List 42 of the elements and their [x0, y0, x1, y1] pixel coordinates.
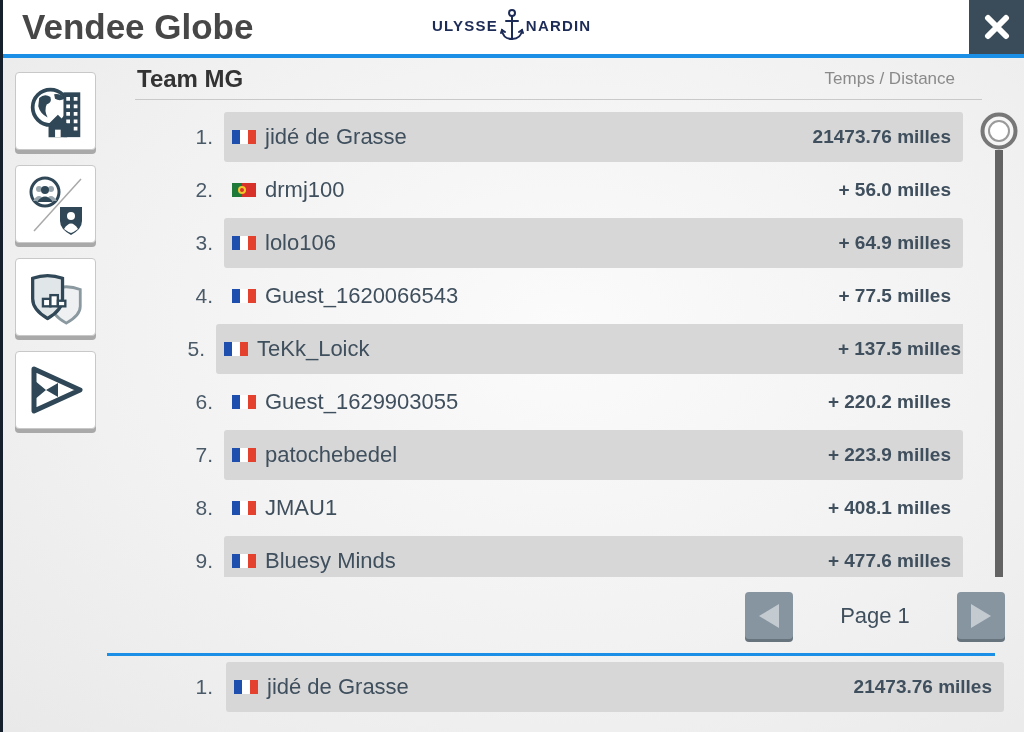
distance-value: + 64.9 milles — [838, 232, 951, 254]
rank-number: 3. — [194, 231, 213, 255]
rank-number: 2. — [194, 178, 213, 202]
rank-number: 1. — [194, 125, 213, 149]
team-name: Team MG — [137, 64, 244, 93]
distance-value: + 220.2 milles — [827, 391, 951, 413]
column-label: Temps / Distance — [824, 68, 955, 89]
right-arrow-icon — [969, 601, 993, 630]
player-name: Guest_1629903055 — [265, 389, 460, 415]
player-name: JMAU1 — [265, 495, 339, 521]
player-name: patochebedel — [265, 442, 399, 468]
player-name: jidé de Grasse — [267, 674, 410, 700]
player-name: jidé de Grasse — [265, 124, 408, 150]
distance-value: + 77.5 milles — [838, 285, 951, 307]
player-name: TeKk_Loick — [257, 336, 371, 362]
player-name: Bluesy Minds — [265, 548, 397, 574]
left-arrow-icon — [757, 601, 781, 630]
distance-value: + 223.9 milles — [827, 444, 951, 466]
app-title: Vendee Globe — [22, 7, 255, 47]
scroll-thumb[interactable] — [980, 112, 1018, 150]
distance-value: + 137.5 milles — [837, 338, 961, 360]
logo-text: NARDIN — [525, 16, 592, 34]
player-name: lolo106 — [265, 230, 337, 256]
rank-number: 5. — [186, 337, 205, 361]
distance-value: + 477.6 milles — [827, 550, 951, 572]
rank-number: 4. — [194, 284, 213, 308]
page-label: Page 1 — [839, 602, 911, 629]
distance-value: + 408.1 milles — [827, 497, 951, 519]
rank-number: 6. — [194, 390, 213, 414]
distance-value: + 56.0 milles — [838, 179, 951, 201]
player-name: drmj100 — [265, 177, 346, 203]
rank-number: 1. — [194, 675, 213, 699]
rank-number: 9. — [194, 549, 213, 573]
anchor-icon — [499, 9, 524, 41]
rank-number: 7. — [194, 443, 213, 467]
player-name: Guest_1620066543 — [265, 283, 460, 309]
logo-text: ULYSSE — [432, 16, 498, 34]
close-icon — [983, 14, 1010, 40]
distance-value: 21473.76 milles — [853, 676, 992, 698]
distance-value: 21473.76 milles — [812, 126, 951, 148]
close-button[interactable] — [969, 0, 1024, 54]
rank-number: 8. — [194, 496, 213, 520]
